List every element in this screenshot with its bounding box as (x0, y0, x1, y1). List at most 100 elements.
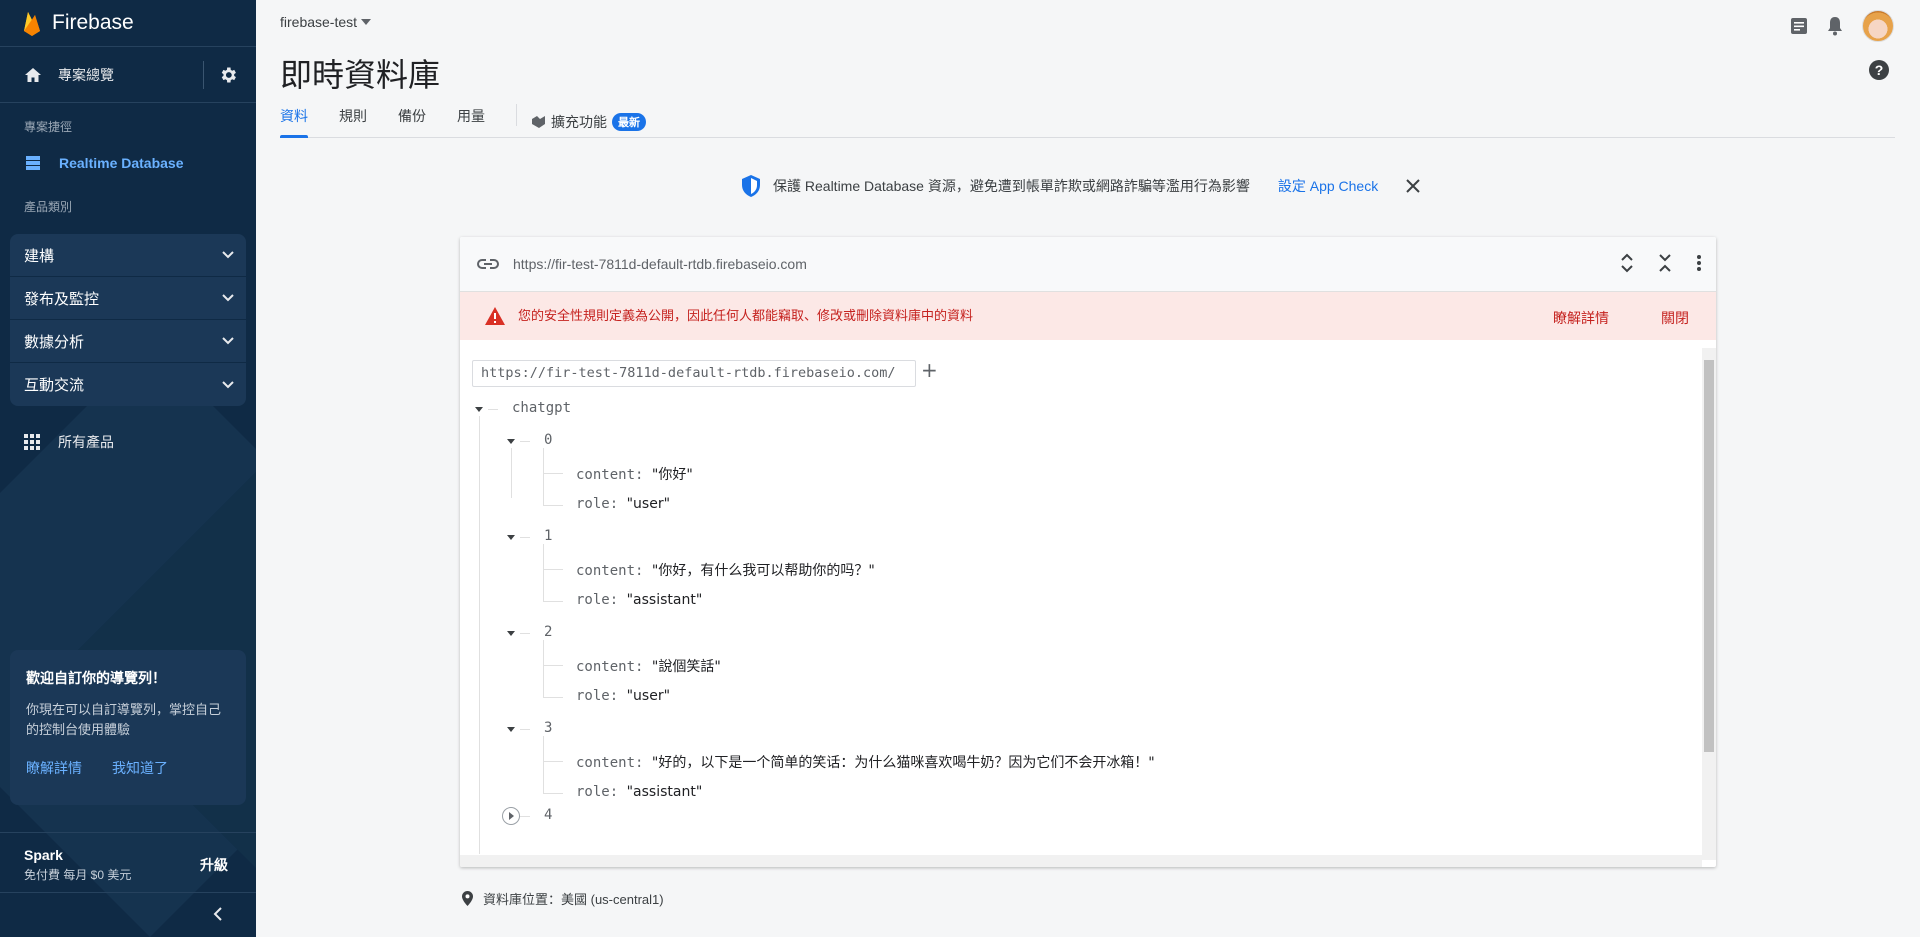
tree-connector (543, 544, 544, 602)
sidebar-group-release[interactable]: 發布及監控 (10, 277, 246, 320)
gear-icon[interactable] (218, 65, 238, 85)
expand-toggle-icon[interactable] (502, 807, 520, 825)
collapse-toggle-icon[interactable] (475, 407, 483, 412)
tab-extensions[interactable]: 擴充功能 最新 (531, 106, 646, 137)
sidebar-group-engage[interactable]: 互動交流 (10, 363, 246, 406)
firebase-logo[interactable]: Firebase (22, 10, 134, 37)
categories-heading: 產品類別 (24, 200, 73, 214)
add-child-button[interactable]: + (921, 358, 938, 382)
sidebar: Firebase 專案總覽 專案捷徑 Realtime Database 產品類… (0, 0, 256, 937)
tree-leaf-role[interactable]: role: "user" (576, 688, 670, 704)
firebase-flame-icon (24, 11, 40, 36)
collapse-toggle-icon[interactable] (507, 535, 515, 540)
node-key: 0 (544, 432, 553, 448)
collapse-toggle-icon[interactable] (507, 439, 515, 444)
tree-node-entry[interactable]: 4 (544, 807, 552, 823)
security-warning: 您的安全性規則定義為公開，因此任何人都能竊取、修改或刪除資料庫中的資料 瞭解詳情… (460, 292, 1716, 340)
tree-node-entry[interactable]: 0 (544, 432, 552, 448)
leaf-key: content: (576, 755, 644, 771)
chevron-down-icon (222, 380, 234, 388)
node-key: 1 (544, 528, 553, 544)
sidebar-item-label: Realtime Database (59, 155, 184, 171)
tab-usage[interactable]: 用量 (457, 106, 485, 137)
database-header: https://fir-test-7811d-default-rtdb.fire… (460, 237, 1716, 292)
database-location: 資料庫位置：美國 (us-central1) (462, 889, 664, 908)
tree-leaf-role[interactable]: role: "user" (576, 496, 670, 512)
vertical-scrollbar[interactable] (1702, 348, 1716, 860)
help-icon[interactable]: ? (1868, 59, 1890, 81)
sidebar-item-realtime-database[interactable]: Realtime Database (0, 150, 256, 176)
scrollbar-thumb[interactable] (1704, 360, 1714, 752)
tab-backups[interactable]: 備份 (398, 106, 426, 137)
leaf-value: "user" (626, 496, 671, 512)
sidebar-item-all-products[interactable]: 所有產品 (0, 427, 256, 457)
tree-leaf-content[interactable]: content: "說個笑話" (576, 656, 721, 676)
warning-learn-more[interactable]: 瞭解詳情 (1553, 308, 1609, 328)
leaf-key: content: (576, 659, 644, 675)
location-pin-icon (462, 891, 473, 906)
tree-connector (520, 537, 530, 538)
release-notes-icon[interactable] (1790, 17, 1808, 35)
avatar[interactable] (1862, 10, 1894, 42)
tab-rules[interactable]: 規則 (339, 106, 367, 137)
tree-node-entry[interactable]: 1 (544, 528, 552, 544)
tree-connector (543, 793, 563, 794)
svg-text:?: ? (1875, 62, 1884, 78)
tree-connector (520, 816, 530, 817)
plan-panel: Spark 免付費 每月 $0 美元 升級 (0, 832, 256, 892)
tree-leaf-content[interactable]: content: "好的，以下是一个简单的笑话：为什么猫咪喜欢喝牛奶？因为它们不… (576, 752, 1155, 772)
collapse-all-icon[interactable] (1658, 252, 1672, 274)
tree-leaf-role[interactable]: role: "assistant" (576, 592, 702, 608)
tree-node-entry[interactable]: 2 (544, 624, 552, 640)
collapse-sidebar[interactable] (0, 892, 256, 937)
collapse-toggle-icon[interactable] (507, 631, 515, 636)
tree-connector (511, 448, 512, 498)
sidebar-group-build[interactable]: 建構 (10, 234, 246, 277)
tree-connector (479, 416, 480, 854)
tree-connector (543, 569, 563, 570)
shield-icon (742, 175, 760, 197)
collapse-toggle-icon[interactable] (507, 727, 515, 732)
shortcuts-heading: 專案捷徑 (24, 120, 73, 134)
tree-node-root[interactable]: chatgpt (512, 400, 571, 416)
upgrade-button[interactable]: 升級 (200, 855, 228, 875)
node-key: 2 (544, 624, 553, 640)
leaf-value: "assistant" (626, 784, 703, 800)
project-name: firebase-test (280, 14, 358, 30)
tree-connector (543, 736, 544, 794)
tab-label: 擴充功能 (551, 113, 607, 130)
sidebar-group-analytics[interactable]: 數據分析 (10, 320, 246, 363)
tree-connector (543, 473, 563, 474)
divider (203, 61, 204, 89)
project-overview[interactable]: 專案總覽 (0, 47, 256, 103)
node-key: 4 (544, 807, 553, 823)
setup-appcheck-link[interactable]: 設定 App Check (1278, 176, 1378, 196)
grid-icon (24, 434, 40, 450)
tree-leaf-role[interactable]: role: "assistant" (576, 784, 702, 800)
tree-node-entry[interactable]: 3 (544, 720, 552, 736)
expand-all-icon[interactable] (1620, 252, 1634, 274)
extensions-icon (532, 115, 545, 128)
more-vert-icon[interactable] (1696, 252, 1702, 274)
horizontal-scrollbar[interactable] (460, 855, 1702, 867)
tree-connector (520, 441, 530, 442)
bell-icon[interactable] (1826, 16, 1844, 36)
leaf-key: role: (576, 592, 619, 608)
learn-more-link[interactable]: 瞭解詳情 (26, 758, 82, 778)
got-it-link[interactable]: 我知道了 (112, 758, 168, 778)
database-url[interactable]: https://fir-test-7811d-default-rtdb.fire… (513, 256, 807, 272)
path-input[interactable]: https://fir-test-7811d-default-rtdb.fire… (472, 360, 916, 387)
warning-close[interactable]: 關閉 (1661, 308, 1689, 328)
warning-icon (485, 307, 505, 325)
link-icon (477, 259, 499, 269)
leaf-value: "user" (626, 688, 671, 704)
tab-data[interactable]: 資料 (280, 106, 308, 138)
tree-leaf-content[interactable]: content: "你好" (576, 464, 693, 484)
leaf-value: "你好，有什么我可以帮助你的吗？" (651, 563, 875, 579)
project-selector[interactable]: firebase-test (280, 14, 372, 30)
close-icon[interactable] (1406, 179, 1420, 193)
tree-leaf-content[interactable]: content: "你好，有什么我可以帮助你的吗？" (576, 560, 875, 580)
leaf-key: role: (576, 496, 619, 512)
card-body: 你現在可以自訂導覽列，掌控自己的控制台使用體驗 (26, 702, 222, 737)
category-groups: 建構 發布及監控 數據分析 互動交流 (10, 234, 246, 406)
